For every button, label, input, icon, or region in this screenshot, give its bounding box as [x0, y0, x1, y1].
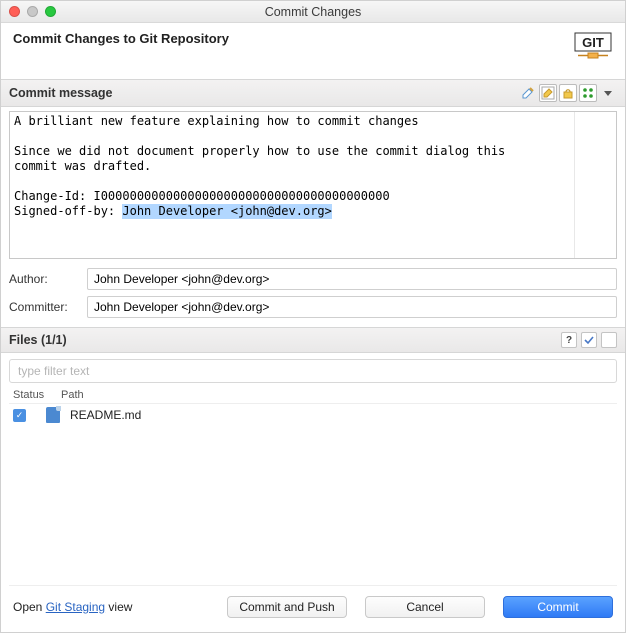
commit-message-section-header: Commit message [1, 79, 625, 107]
file-icon [46, 407, 60, 423]
git-logo-icon: GIT [573, 31, 613, 63]
file-row[interactable]: README.md [9, 406, 617, 424]
sign-off-icon[interactable] [539, 84, 557, 102]
commit-message-ruler [574, 112, 616, 258]
cancel-button[interactable]: Cancel [365, 596, 485, 618]
window-minimize-button[interactable] [27, 6, 38, 17]
svg-text:GIT: GIT [582, 35, 604, 50]
file-path: README.md [70, 408, 141, 422]
committer-label: Committer: [9, 300, 79, 314]
files-section-header: Files (1/1) ? [1, 327, 625, 353]
change-id-lock-icon[interactable] [559, 84, 577, 102]
commit-message-textarea[interactable] [10, 112, 574, 258]
window-titlebar: Commit Changes [1, 1, 625, 23]
amend-icon[interactable] [519, 84, 537, 102]
select-all-checkbox[interactable] [581, 332, 597, 348]
files-list[interactable]: README.md [9, 404, 617, 586]
window-close-button[interactable] [9, 6, 20, 17]
show-untracked-toggle[interactable]: ? [561, 332, 577, 348]
commit-button[interactable]: Commit [503, 596, 613, 618]
window-title: Commit Changes [1, 5, 625, 19]
view-menu-icon[interactable] [599, 84, 617, 102]
file-checkbox[interactable] [13, 409, 26, 422]
open-staging-view: Open Git Staging view [13, 600, 132, 614]
files-section-label: Files (1/1) [9, 333, 67, 347]
col-path: Path [61, 389, 84, 401]
commit-message-label: Commit message [9, 86, 113, 100]
committer-field[interactable] [87, 296, 617, 318]
author-field[interactable] [87, 268, 617, 290]
window-zoom-button[interactable] [45, 6, 56, 17]
deselect-all-checkbox[interactable] [601, 332, 617, 348]
git-staging-link[interactable]: Git Staging [46, 600, 105, 614]
commit-and-push-button[interactable]: Commit and Push [227, 596, 347, 618]
page-title: Commit Changes to Git Repository [13, 31, 229, 46]
show-whitespace-icon[interactable] [579, 84, 597, 102]
author-label: Author: [9, 272, 79, 286]
files-filter-input[interactable] [9, 359, 617, 383]
col-status: Status [13, 389, 61, 401]
files-table-header: Status Path [9, 387, 617, 404]
